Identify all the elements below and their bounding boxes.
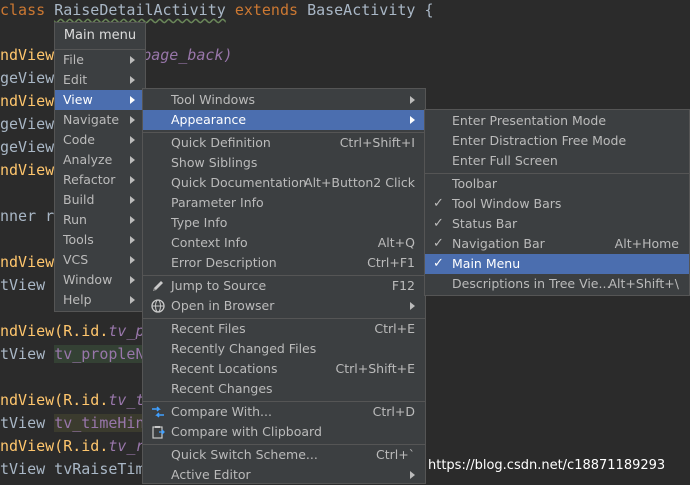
submenu-arrow-icon: [130, 276, 135, 284]
code-line: ndView(R.id.tv_t: [0, 391, 145, 409]
menu-item-recent-locations[interactable]: Recent Locations Ctrl+Shift+E: [143, 359, 425, 379]
menu-item-compare-with[interactable]: Compare With... Ctrl+D: [143, 402, 425, 422]
menu-item-quick-documentation[interactable]: Quick Documentation Alt+Button2 Click: [143, 173, 425, 193]
class-name: RaiseDetailActivity: [54, 1, 226, 19]
appearance-submenu: Enter Presentation Mode Enter Distractio…: [424, 109, 690, 296]
submenu-arrow-icon: [130, 56, 135, 64]
watermark-text: https://blog.csdn.net/c18871189293: [428, 458, 666, 473]
checkmark-icon: ✓: [433, 236, 444, 251]
menu-item-jump-to-source[interactable]: Jump to Source F12: [143, 276, 425, 296]
submenu-arrow-icon: [130, 256, 135, 264]
base-class-name: BaseActivity: [307, 1, 416, 19]
menu-item-context-info[interactable]: Context Info Alt+Q: [143, 233, 425, 253]
menu-item-status-bar[interactable]: ✓ Status Bar: [425, 214, 689, 234]
menu-item-toolbar[interactable]: Toolbar: [425, 174, 689, 194]
menu-item-error-description[interactable]: Error Description Ctrl+F1: [143, 253, 425, 273]
menu-item-enter-distraction-free-mode[interactable]: Enter Distraction Free Mode: [425, 131, 689, 151]
menu-item-enter-full-screen[interactable]: Enter Full Screen: [425, 151, 689, 171]
menu-item-file[interactable]: File: [55, 50, 145, 70]
menu-item-parameter-info[interactable]: Parameter Info: [143, 193, 425, 213]
menu-item-tool-window-bars[interactable]: ✓ Tool Window Bars: [425, 194, 689, 214]
code-line: tView tv_timeHin: [0, 414, 145, 432]
code-line: geView: [0, 138, 55, 156]
submenu-arrow-icon: [410, 96, 415, 104]
pencil-icon: [153, 281, 163, 291]
menu-item-appearance[interactable]: Appearance: [143, 110, 425, 130]
submenu-arrow-icon: [410, 116, 415, 124]
code-line: ndView: [0, 253, 55, 271]
submenu-arrow-icon: [130, 76, 135, 84]
menu-item-view[interactable]: View: [55, 90, 145, 110]
submenu-arrow-icon: [130, 176, 135, 184]
code-line: nner r: [0, 207, 55, 225]
submenu-arrow-icon: [130, 236, 135, 244]
open-brace: {: [424, 1, 434, 19]
menu-item-help[interactable]: Help: [55, 290, 145, 310]
menu-item-refactor[interactable]: Refactor: [55, 170, 145, 190]
menu-item-tool-windows[interactable]: Tool Windows: [143, 90, 425, 110]
compare-arrows-icon: [152, 406, 164, 418]
menu-item-show-siblings[interactable]: Show Siblings: [143, 153, 425, 173]
menu-item-recent-changes[interactable]: Recent Changes: [143, 379, 425, 399]
globe-icon: [151, 299, 165, 313]
menu-item-edit[interactable]: Edit: [55, 70, 145, 90]
code-line: geView: [0, 115, 55, 133]
submenu-arrow-icon: [410, 302, 415, 310]
checkmark-icon: ✓: [433, 216, 444, 231]
submenu-arrow-icon: [130, 116, 135, 124]
menu-item-compare-with-clipboard[interactable]: Compare with Clipboard: [143, 422, 425, 442]
submenu-arrow-icon: [130, 296, 135, 304]
menu-item-window[interactable]: Window: [55, 270, 145, 290]
code-line: ndView: [0, 161, 55, 179]
main-menu-popup: Main menu File Edit View Navigate Code A…: [54, 22, 146, 312]
code-line-class-declaration: class RaiseDetailActivity extends BaseAc…: [0, 0, 434, 20]
menu-item-open-in-browser[interactable]: Open in Browser: [143, 296, 425, 316]
submenu-arrow-icon: [130, 156, 135, 164]
main-menu-title: Main menu: [63, 28, 137, 43]
code-line: ndView: [0, 92, 55, 110]
keyword-class: class: [0, 1, 46, 19]
code-line: tView tv_propleN: [0, 345, 145, 363]
code-line: tView tvRaiseTim: [0, 460, 145, 478]
menu-item-analyze[interactable]: Analyze: [55, 150, 145, 170]
submenu-arrow-icon: [130, 216, 135, 224]
menu-item-navigation-bar[interactable]: ✓ Navigation Bar Alt+Home: [425, 234, 689, 254]
menu-item-build[interactable]: Build: [55, 190, 145, 210]
menu-item-type-info[interactable]: Type Info: [143, 213, 425, 233]
menu-item-recent-files[interactable]: Recent Files Ctrl+E: [143, 319, 425, 339]
menu-item-quick-switch-scheme[interactable]: Quick Switch Scheme... Ctrl+`: [143, 445, 425, 465]
menu-item-recently-changed-files[interactable]: Recently Changed Files: [143, 339, 425, 359]
view-submenu: Tool Windows Appearance Quick Definition…: [142, 88, 426, 484]
menu-item-run[interactable]: Run: [55, 210, 145, 230]
menu-item-tools[interactable]: Tools: [55, 230, 145, 250]
checkmark-icon: ✓: [433, 196, 444, 211]
code-line: ndView(R.id.tv_r: [0, 437, 145, 455]
submenu-arrow-icon: [130, 136, 135, 144]
code-line: geView: [0, 69, 55, 87]
checkmark-icon: ✓: [433, 256, 444, 271]
menu-item-code[interactable]: Code: [55, 130, 145, 150]
submenu-arrow-icon: [410, 471, 415, 479]
submenu-arrow-icon: [130, 196, 135, 204]
code-line: ndView(R.id.tv_p: [0, 322, 145, 340]
clipboard-icon: [152, 426, 165, 439]
menu-item-navigate[interactable]: Navigate: [55, 110, 145, 130]
menu-item-active-editor[interactable]: Active Editor: [143, 465, 425, 485]
keyword-extends: extends: [234, 1, 299, 19]
menu-item-main-menu[interactable]: ✓ Main Menu: [425, 254, 689, 274]
submenu-arrow-icon: [130, 96, 135, 104]
menu-item-vcs[interactable]: VCS: [55, 250, 145, 270]
menu-item-descriptions-in-tree-view[interactable]: Descriptions in Tree Vie... Alt+Shift+\: [425, 274, 689, 294]
menu-item-enter-presentation-mode[interactable]: Enter Presentation Mode: [425, 111, 689, 131]
menu-item-quick-definition[interactable]: Quick Definition Ctrl+Shift+I: [143, 133, 425, 153]
